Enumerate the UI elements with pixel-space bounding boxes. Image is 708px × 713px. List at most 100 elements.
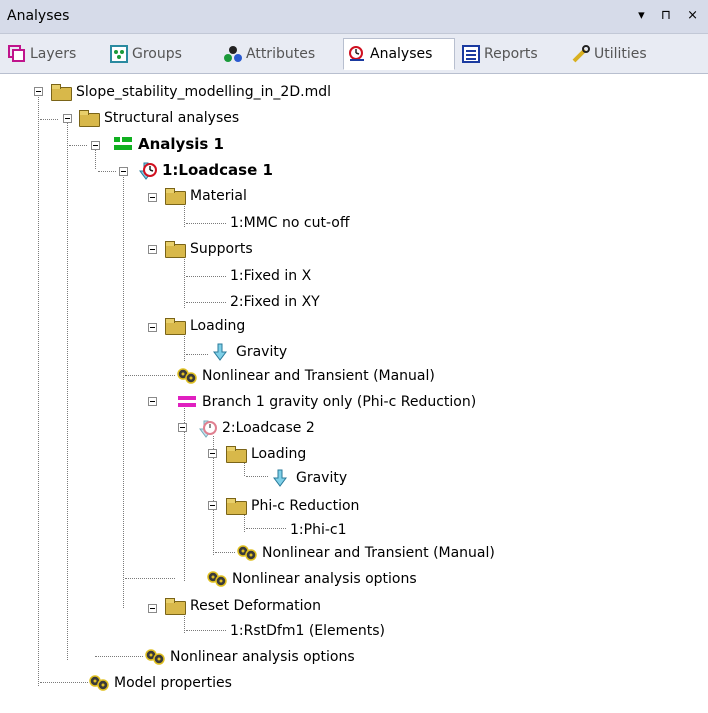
attributes-icon [224, 45, 242, 63]
node-label: Nonlinear analysis options [232, 571, 417, 587]
gears-icon [88, 674, 110, 692]
tree-node-reset-deformation[interactable]: Reset Deformation [164, 595, 321, 617]
tab-label: Reports [484, 46, 538, 62]
node-label: Gravity [296, 470, 348, 486]
tree-line [246, 476, 268, 477]
node-label: 1:Fixed in X [230, 268, 312, 284]
tab-utilities[interactable]: Utilities [572, 39, 647, 69]
branch-icon [176, 393, 198, 411]
node-label: Loading [190, 318, 246, 334]
analysis-icon [112, 135, 134, 153]
node-label: Nonlinear and Transient (Manual) [202, 368, 435, 384]
tab-label: Groups [132, 46, 182, 62]
tree-line [40, 682, 88, 683]
tree-line [67, 119, 68, 660]
tree-line [186, 276, 226, 277]
collapse-toggle[interactable] [148, 604, 157, 613]
collapse-toggle[interactable] [119, 167, 128, 176]
reports-icon [462, 45, 480, 63]
node-label: Phi-c Reduction [251, 498, 360, 514]
folder-icon [50, 83, 72, 101]
node-label: Model properties [114, 675, 232, 691]
tree-node-nonlinear-manual[interactable]: Nonlinear and Transient (Manual) [176, 365, 435, 387]
folder-icon [164, 187, 186, 205]
node-label: 2:Fixed in XY [230, 294, 320, 310]
tree-line [40, 119, 58, 120]
collapse-toggle[interactable] [208, 449, 217, 458]
tab-layers[interactable]: Layers [8, 39, 76, 69]
node-label: Structural analyses [104, 110, 240, 126]
collapse-toggle[interactable] [148, 245, 157, 254]
collapse-toggle[interactable] [34, 87, 43, 96]
utilities-icon [572, 45, 590, 63]
tree-node-gravity-2[interactable]: Gravity [270, 467, 347, 489]
collapse-toggle[interactable] [148, 397, 157, 406]
loadcase-icon [136, 161, 158, 180]
panel-controls[interactable]: ▾ ⊓ × [638, 8, 704, 23]
tree-node-nonlinear-manual-2[interactable]: Nonlinear and Transient (Manual) [236, 542, 495, 564]
layers-icon [8, 45, 26, 63]
collapse-toggle[interactable] [178, 423, 187, 432]
collapse-toggle[interactable] [148, 193, 157, 202]
panel-title: Analyses [7, 8, 70, 24]
tree-line [184, 333, 185, 361]
tree-node-loading[interactable]: Loading [164, 315, 245, 337]
collapse-toggle[interactable] [91, 141, 100, 150]
tree-line [95, 656, 143, 657]
tree-node-nonlinear-options[interactable]: Nonlinear analysis options [144, 646, 355, 668]
tree-line [69, 145, 87, 146]
tree-node-loadcase-1[interactable]: 1:Loadcase 1 [136, 159, 273, 181]
tree-node-support-1[interactable]: 1:Fixed in X [230, 265, 311, 287]
node-label: Slope_stability_modelling_in_2D.mdl [76, 84, 331, 100]
tab-reports[interactable]: Reports [462, 39, 538, 69]
tree-node-structural-analyses[interactable]: Structural analyses [78, 107, 239, 129]
collapse-toggle[interactable] [148, 323, 157, 332]
folder-icon [164, 240, 186, 258]
node-label: Branch 1 gravity only (Phi-c Reduction) [202, 394, 477, 410]
tree-node-material[interactable]: Material [164, 185, 247, 207]
tab-label: Analyses [370, 46, 433, 62]
tree-node-material-item[interactable]: 1:MMC no cut-off [230, 212, 349, 234]
node-label: Loading [251, 446, 307, 462]
node-label: 1:RstDfm1 (Elements) [230, 623, 386, 639]
tab-analyses[interactable]: Analyses [343, 38, 455, 70]
loadcase-icon [196, 419, 218, 438]
tab-attributes[interactable]: Attributes [224, 39, 315, 69]
tree-node-phic-reduction[interactable]: Phi-c Reduction [225, 495, 359, 517]
tree-node-loadcase-2[interactable]: 2:Loadcase 2 [196, 417, 315, 439]
collapse-toggle[interactable] [208, 501, 217, 510]
tree-node-branch[interactable]: Branch 1 gravity only (Phi-c Reduction) [176, 391, 476, 413]
node-label: Reset Deformation [190, 598, 321, 614]
gears-icon [144, 648, 166, 666]
analyses-icon [348, 45, 366, 63]
tab-bar: Layers Groups Attributes Analyses Report… [0, 34, 708, 74]
tree-line [125, 578, 175, 579]
node-label: 2:Loadcase 2 [222, 420, 315, 436]
folder-icon [164, 597, 186, 615]
gears-icon [236, 544, 258, 562]
tab-groups[interactable]: Groups [110, 39, 182, 69]
panel-titlebar: Analyses ▾ ⊓ × [0, 0, 708, 34]
tree-line [98, 171, 116, 172]
node-label: Analysis 1 [138, 135, 224, 153]
gears-icon [206, 570, 228, 588]
collapse-toggle[interactable] [63, 114, 72, 123]
tree-node-support-2[interactable]: 2:Fixed in XY [230, 291, 320, 313]
tree-line [123, 172, 124, 608]
node-label: Material [190, 188, 247, 204]
tree-line [125, 375, 175, 376]
tree-node-model[interactable]: Slope_stability_modelling_in_2D.mdl [50, 81, 331, 103]
tree-node-analysis-1[interactable]: Analysis 1 [112, 133, 224, 155]
gears-icon [176, 367, 198, 385]
tree-line [186, 630, 226, 631]
tree-node-nonlinear-options-branch[interactable]: Nonlinear analysis options [206, 568, 417, 590]
folder-icon [225, 497, 247, 515]
node-label: Gravity [236, 344, 288, 360]
tree-node-phic-item[interactable]: 1:Phi-c1 [290, 519, 347, 541]
tree-node-loading-2[interactable]: Loading [225, 443, 306, 465]
node-label: 1:Phi-c1 [290, 522, 347, 538]
tree-node-reset-item[interactable]: 1:RstDfm1 (Elements) [230, 620, 385, 642]
tree-node-model-properties[interactable]: Model properties [88, 672, 232, 694]
tree-node-gravity[interactable]: Gravity [210, 341, 287, 363]
tree-node-supports[interactable]: Supports [164, 238, 253, 260]
